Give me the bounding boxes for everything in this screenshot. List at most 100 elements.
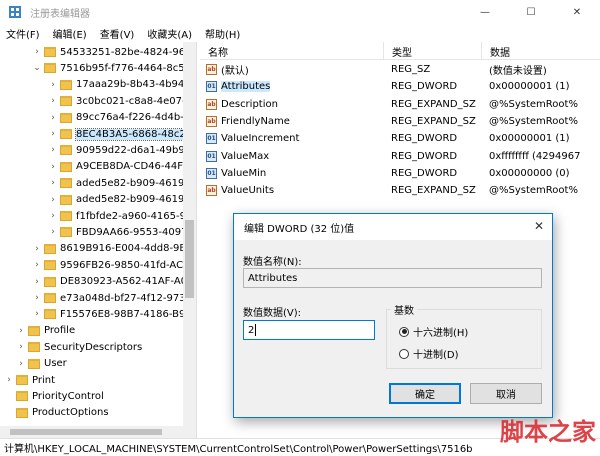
registry-tree[interactable]: ProductOptions PriorityControl › Print › User… bbox=[0, 42, 197, 438]
tree-item-label: 90959d22-d6a1-49b9- bbox=[76, 144, 189, 156]
folder-icon bbox=[60, 178, 72, 189]
chevron-right-icon[interactable]: › bbox=[16, 342, 26, 352]
radio-dec[interactable]: 十进制(D) bbox=[399, 346, 459, 361]
tree-item[interactable]: › Print bbox=[4, 372, 55, 388]
value-name-text: Attributes bbox=[248, 272, 298, 284]
value-data: 0xffffffff (4294967 bbox=[489, 150, 581, 162]
tree-horizontal-scrollbar[interactable] bbox=[0, 426, 184, 438]
chevron-right-icon[interactable]: › bbox=[32, 309, 42, 319]
chevron-right-icon[interactable]: › bbox=[32, 47, 42, 57]
tree-item[interactable]: › aded5e82-b909-4619- bbox=[48, 192, 188, 208]
minimize-button[interactable]: — bbox=[462, 0, 508, 24]
tree-item[interactable]: ProductOptions bbox=[4, 405, 109, 421]
value-row[interactable]: 01 ValueMin REG_DWORD 0x00000000 (0) bbox=[200, 165, 600, 182]
value-name-label: 数值名称(N): bbox=[243, 257, 302, 268]
tree-item[interactable]: › 17aaa29b-8b43-4b94 bbox=[48, 77, 184, 93]
dialog-title-bar: 编辑 DWORD (32 位)值 ✕ bbox=[234, 214, 552, 240]
tree-item[interactable]: › e73a048d-bf27-4f12-973 bbox=[32, 290, 186, 306]
chevron-right-icon[interactable]: › bbox=[48, 162, 58, 172]
string-value-icon: ab bbox=[206, 98, 217, 110]
tree-vertical-scrollbar[interactable] bbox=[183, 42, 196, 438]
folder-icon bbox=[60, 129, 72, 139]
chevron-right-icon[interactable]: › bbox=[32, 293, 42, 303]
column-type[interactable]: 类型 bbox=[384, 42, 482, 60]
value-row[interactable]: 01 ValueMax REG_DWORD 0xffffffff (4294967 bbox=[200, 148, 600, 165]
chevron-right-icon[interactable]: › bbox=[48, 129, 58, 139]
tree-item-label: e73a048d-bf27-4f12-973 bbox=[60, 292, 186, 304]
chevron-right-icon[interactable]: › bbox=[4, 375, 14, 385]
tree-item[interactable]: › 90959d22-d6a1-49b9- bbox=[48, 142, 188, 158]
tree-item-label: DE830923-A562-41AF-A0 bbox=[60, 276, 188, 288]
tree-item[interactable]: › 8EC4B3A5-6868-48c2- bbox=[48, 126, 191, 142]
radio-dec-circle[interactable] bbox=[399, 348, 409, 359]
value-row[interactable]: ab ValueUnits REG_EXPAND_SZ @%SystemRoot% bbox=[200, 182, 600, 199]
chevron-right-icon[interactable]: › bbox=[16, 326, 26, 336]
chevron-right-icon[interactable]: › bbox=[48, 195, 58, 205]
value-data: @%SystemRoot% bbox=[489, 98, 578, 110]
value-row[interactable]: 01 ValueIncrement REG_DWORD 0x00000001 (1) bbox=[200, 130, 600, 147]
tree-item-label: aded5e82-b909-4619- bbox=[76, 194, 188, 206]
tree-item[interactable]: PriorityControl bbox=[4, 388, 104, 404]
tree-item[interactable]: › DE830923-A562-41AF-A0 bbox=[32, 274, 187, 290]
tree-hscroll-thumb[interactable] bbox=[10, 429, 162, 435]
column-data[interactable]: 数据 bbox=[482, 42, 600, 60]
value-name-cell: ab ValueUnits bbox=[206, 182, 384, 199]
tree-item[interactable]: ⌄ 7516b95f-f776-4464-8c53 bbox=[32, 60, 191, 76]
value-data-text: 2 bbox=[248, 324, 255, 336]
chevron-right-icon[interactable]: › bbox=[48, 113, 58, 123]
radio-dec-label: 十进制(D) bbox=[413, 350, 459, 361]
tree-item-label: 8619B916-E004-4dd8-9B bbox=[60, 243, 187, 255]
chevron-right-icon[interactable]: › bbox=[48, 211, 58, 221]
tree-item[interactable]: › aded5e82-b909-4619- bbox=[48, 175, 188, 191]
value-data-input[interactable]: 2 bbox=[243, 320, 375, 340]
tree-item[interactable]: › f1fbfde2-a960-4165-9 bbox=[48, 208, 186, 224]
value-name-field: Attributes bbox=[243, 268, 542, 288]
tree-item[interactable]: › F15576E8-98B7-4186-B94 bbox=[32, 306, 192, 322]
chevron-down-icon[interactable]: ⌄ bbox=[32, 63, 42, 73]
tree-item[interactable]: › A9CEB8DA-CD46-44FE bbox=[48, 159, 189, 175]
regedit-app-icon bbox=[9, 6, 21, 18]
value-row[interactable]: 01 Attributes REG_DWORD 0x00000001 (1) bbox=[200, 78, 600, 95]
chevron-right-icon[interactable]: › bbox=[32, 260, 42, 270]
tree-item[interactable]: › 9596FB26-9850-41fd-AC3 bbox=[32, 257, 189, 273]
tree-item[interactable]: › 54533251-82be-4824-96c bbox=[32, 44, 190, 60]
chevron-right-icon[interactable]: › bbox=[32, 244, 42, 254]
value-data-label: 数值数据(V): bbox=[243, 308, 302, 319]
tree-item-label: 8EC4B3A5-6868-48c2- bbox=[74, 127, 191, 141]
chevron-right-icon[interactable]: › bbox=[48, 227, 58, 237]
tree-item[interactable]: › SecurityDescriptors bbox=[16, 339, 142, 355]
tree-item-label: SecurityDescriptors bbox=[44, 341, 143, 353]
chevron-right-icon[interactable]: › bbox=[48, 96, 58, 106]
cancel-button[interactable]: 取消 bbox=[470, 383, 542, 404]
chevron-right-icon[interactable]: › bbox=[48, 178, 58, 188]
menu-file[interactable]: 文件(F) bbox=[6, 26, 40, 41]
tree-item[interactable]: › User bbox=[16, 356, 67, 372]
tree-scroll-thumb[interactable] bbox=[185, 220, 194, 298]
folder-icon bbox=[28, 325, 40, 336]
ok-button[interactable]: 确定 bbox=[389, 383, 461, 404]
maximize-button[interactable]: ☐ bbox=[508, 0, 554, 24]
menu-edit[interactable]: 编辑(E) bbox=[53, 26, 87, 41]
close-button[interactable]: ✕ bbox=[554, 0, 600, 24]
tree-item[interactable]: › 8619B916-E004-4dd8-9B bbox=[32, 241, 186, 257]
tree-item[interactable]: › 3c0bc021-c8a8-4e07-a bbox=[48, 93, 192, 109]
radio-hex[interactable]: 十六进制(H) bbox=[399, 324, 468, 339]
menu-favorites[interactable]: 收藏夹(A) bbox=[147, 26, 192, 41]
radio-hex-circle[interactable] bbox=[399, 326, 409, 337]
value-row[interactable]: ab FriendlyName REG_EXPAND_SZ @%SystemRoot% bbox=[200, 113, 600, 130]
value-name-cell: ab FriendlyName bbox=[206, 113, 384, 130]
menu-help[interactable]: 帮助(H) bbox=[205, 26, 240, 41]
chevron-right-icon[interactable]: › bbox=[48, 80, 58, 90]
tree-item[interactable]: › FBD9AA66-9553-4097 bbox=[48, 224, 187, 240]
value-row[interactable]: ab Description REG_EXPAND_SZ @%SystemRoot% bbox=[200, 96, 600, 113]
menu-view[interactable]: 查看(V) bbox=[100, 26, 135, 41]
chevron-right-icon[interactable]: › bbox=[16, 359, 26, 369]
dialog-close-icon[interactable]: ✕ bbox=[534, 219, 544, 233]
chevron-right-icon[interactable]: › bbox=[48, 145, 58, 155]
tree-item[interactable]: › 89cc76a4-f226-4d4b-a bbox=[48, 110, 190, 126]
binary-value-icon: 01 bbox=[206, 150, 217, 162]
tree-item[interactable]: › Profile bbox=[16, 323, 75, 339]
value-row[interactable]: ab (默认) REG_SZ (数值未设置) bbox=[200, 61, 600, 78]
chevron-right-icon[interactable]: › bbox=[32, 277, 42, 287]
column-name[interactable]: 名称 bbox=[200, 42, 384, 60]
